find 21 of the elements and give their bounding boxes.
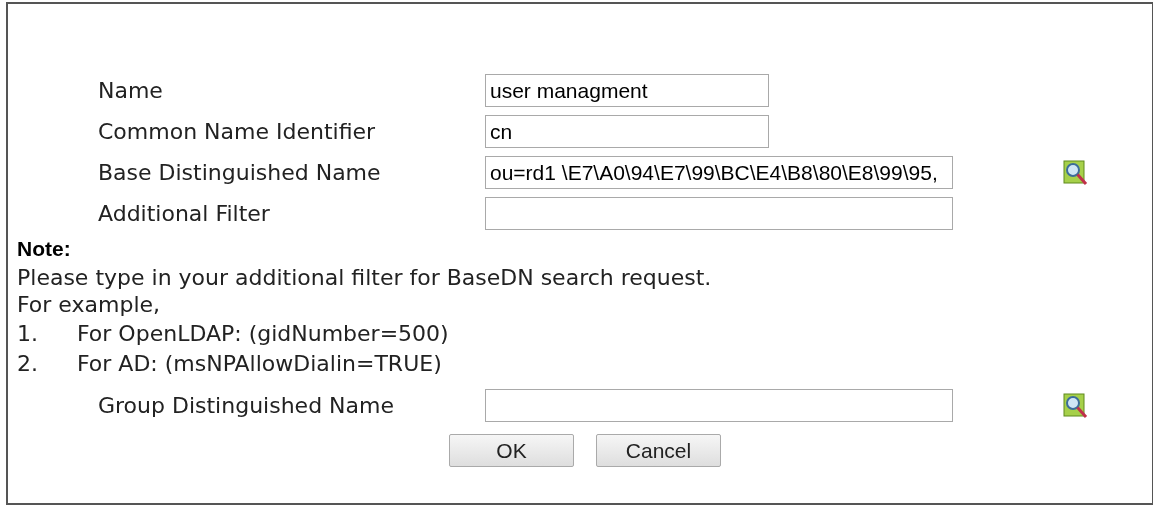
- example-text: For OpenLDAP: (gidNumber=500): [77, 320, 449, 346]
- example-text: For AD: (msNPAllowDialin=TRUE): [77, 350, 442, 376]
- field-label: Base Distinguished Name: [97, 160, 381, 185]
- note-text: For example,: [17, 291, 162, 318]
- note-text: Please type in your additional filter for BaseDN search request.: [17, 264, 713, 291]
- list-number: 1.: [17, 320, 39, 346]
- list-number: 2.: [17, 350, 39, 376]
- search-icon[interactable]: [1063, 391, 1089, 420]
- text-field[interactable]: ou=rd1 \E7\A0\94\E7\99\BC\E4\B8\80\E8\99\95,: [485, 156, 953, 189]
- text-field[interactable]: cn: [485, 115, 769, 148]
- text-field[interactable]: [485, 197, 953, 230]
- search-icon[interactable]: [1063, 158, 1089, 187]
- note-title: Note:: [17, 236, 72, 262]
- text-field[interactable]: [485, 389, 953, 422]
- dialog-button[interactable]: OK: [449, 434, 574, 467]
- dialog-button[interactable]: Cancel: [596, 434, 721, 467]
- field-label: Group Distinguished Name: [97, 393, 394, 418]
- field-label: Additional Filter: [97, 201, 270, 226]
- text-field[interactable]: user managment: [485, 74, 769, 107]
- field-label: Name: [97, 78, 163, 103]
- field-label: Common Name Identifier: [97, 119, 376, 144]
